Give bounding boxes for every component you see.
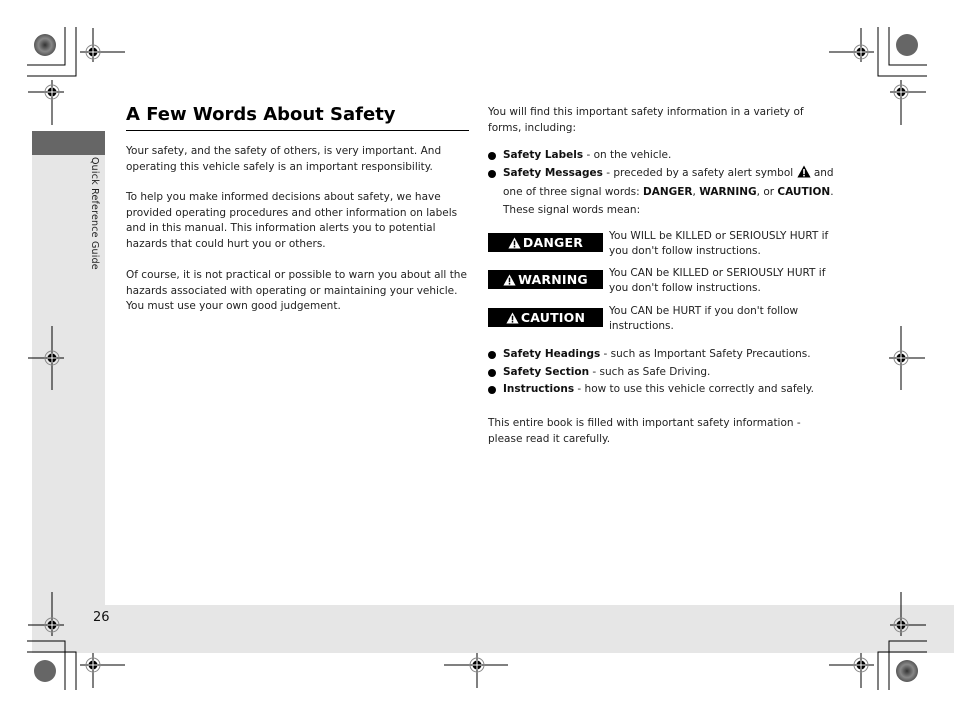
- color-target: [34, 34, 918, 682]
- crop-marks: [27, 27, 927, 690]
- registration-mark: [44, 44, 909, 673]
